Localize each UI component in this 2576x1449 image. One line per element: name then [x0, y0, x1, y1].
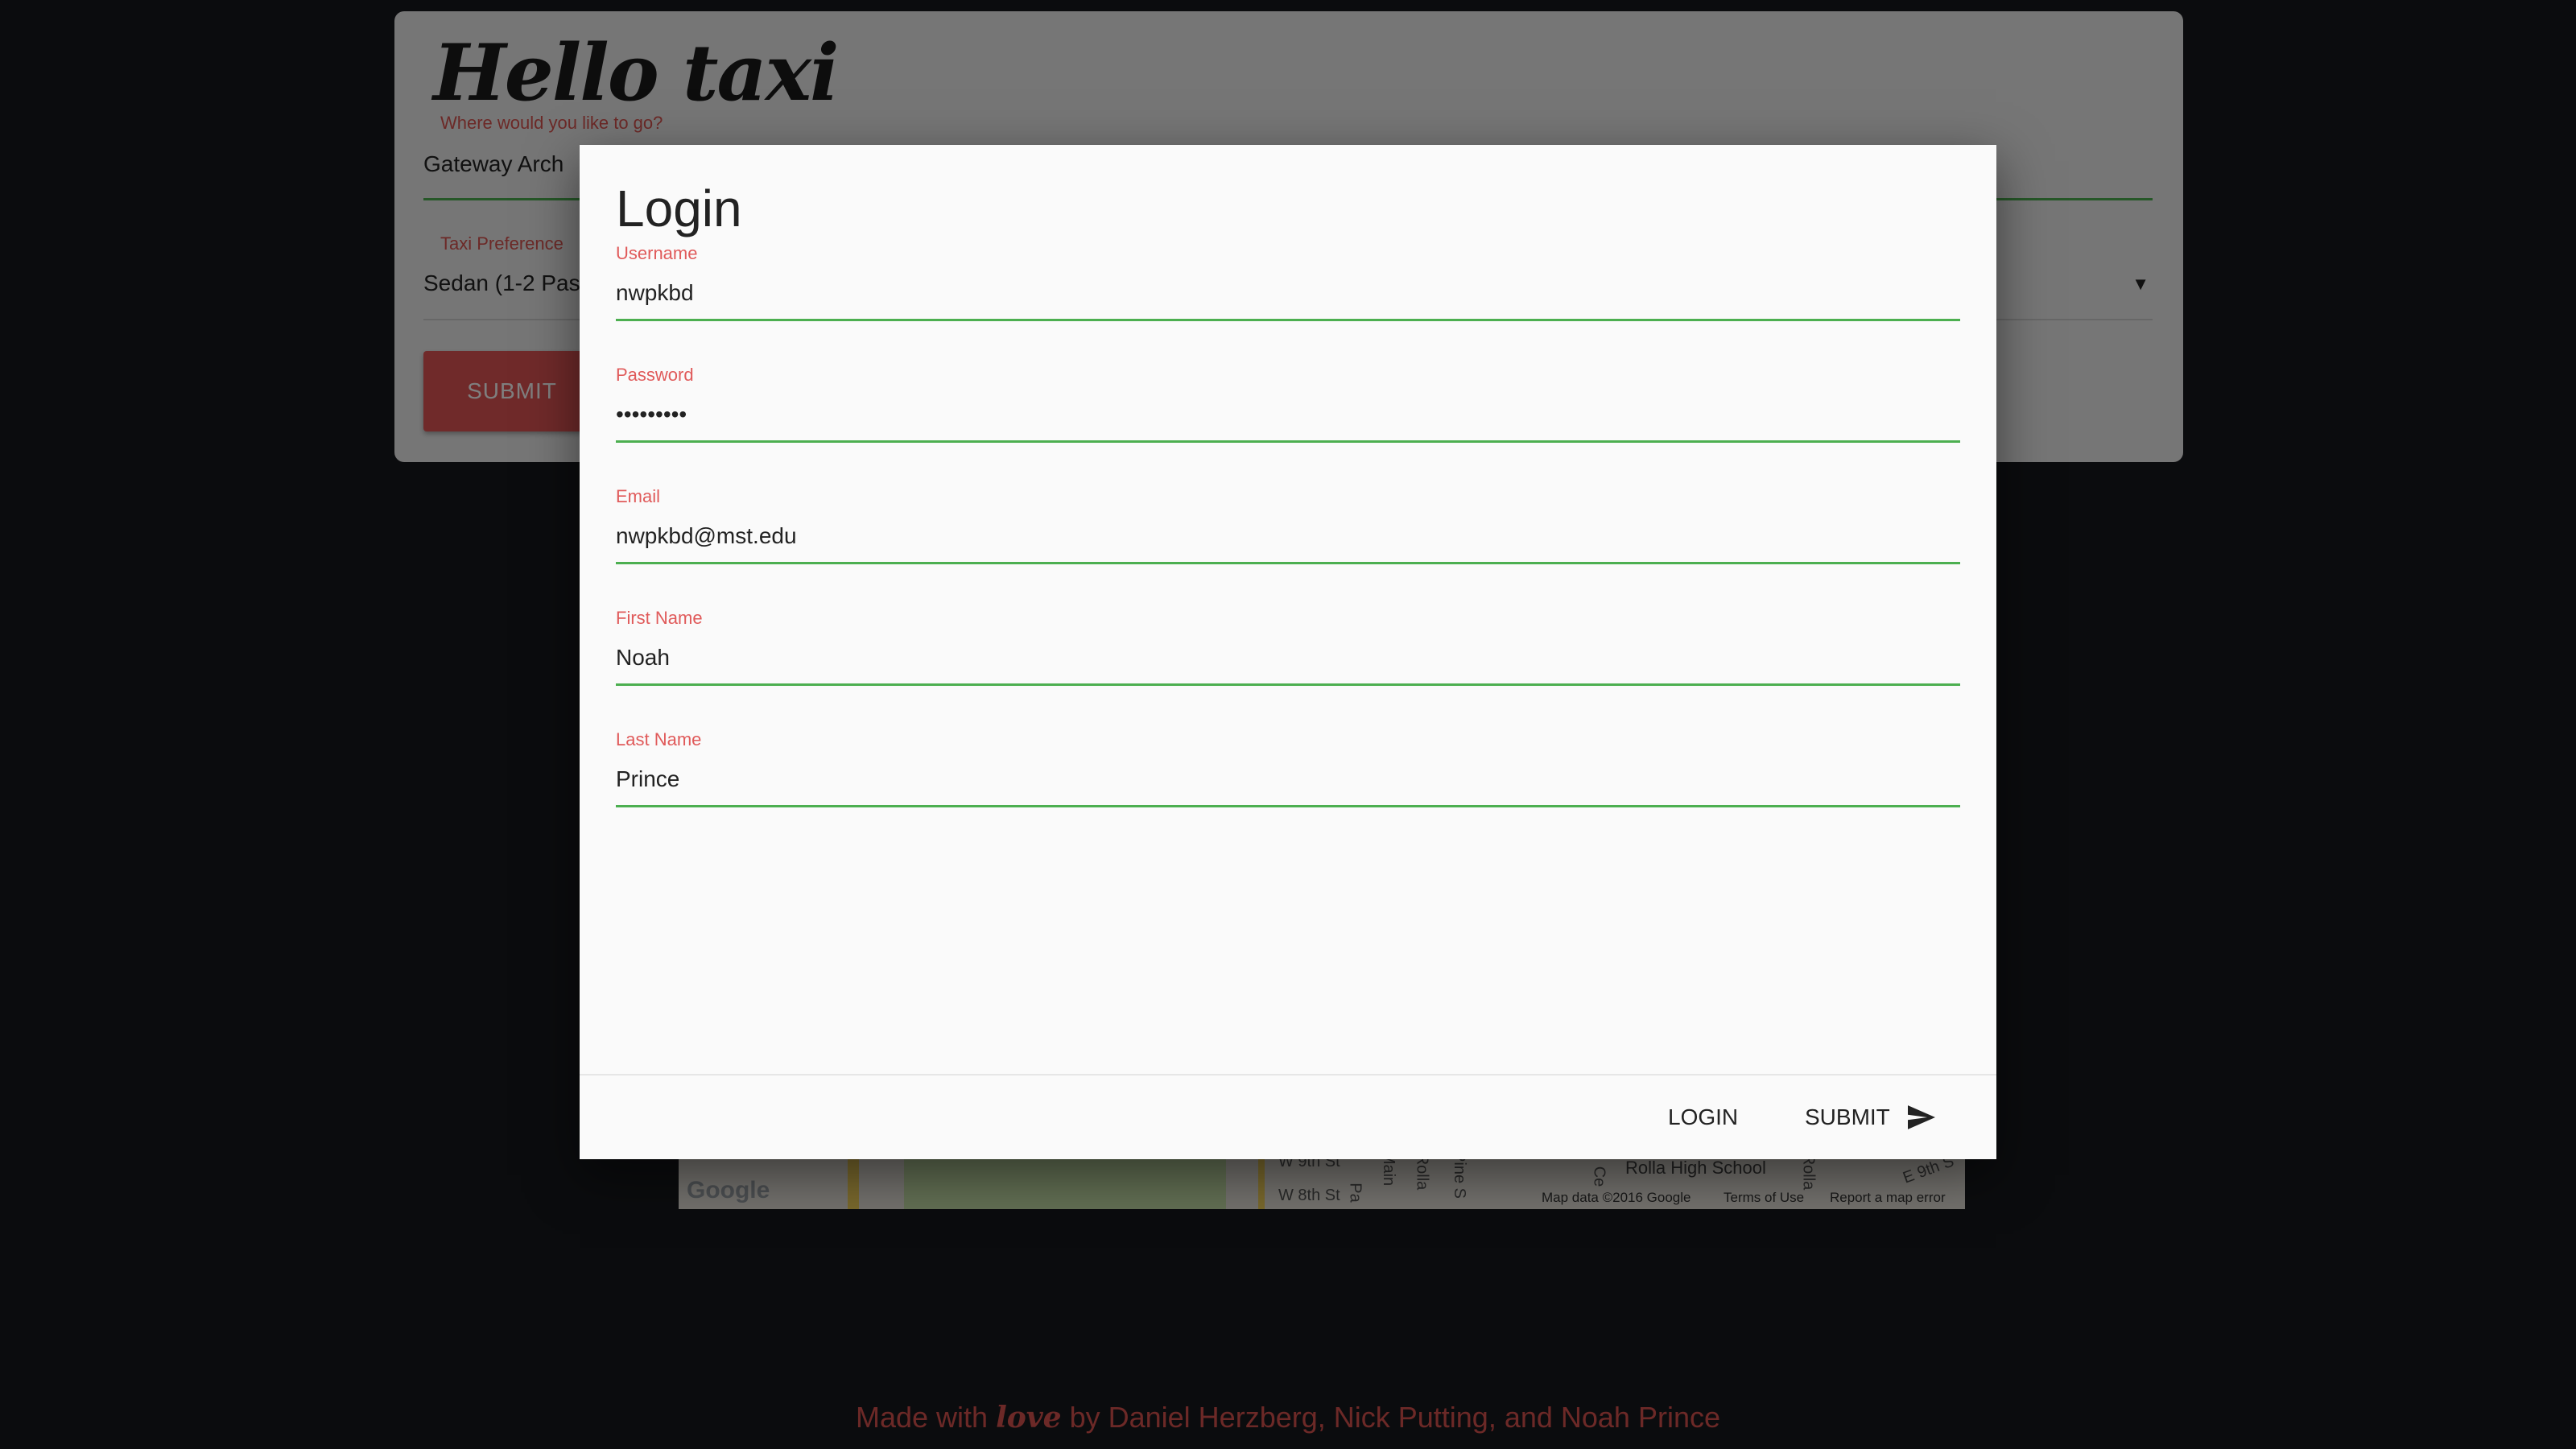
dialog-title: Login [616, 180, 742, 237]
email-input[interactable] [616, 510, 1960, 564]
username-input[interactable] [616, 267, 1960, 321]
last-name-input[interactable] [616, 753, 1960, 807]
password-label: Password [616, 365, 694, 385]
email-field: Email [616, 486, 1960, 583]
username-field: Username [616, 243, 1960, 340]
first-name-field: First Name [616, 608, 1960, 704]
submit-button-label: SUBMIT [1805, 1104, 1890, 1129]
first-name-input[interactable] [616, 632, 1960, 686]
login-dialog: Login Username Password Email First Name… [580, 145, 1996, 1159]
dialog-footer: LOGIN SUBMIT [580, 1074, 1996, 1159]
last-name-field: Last Name [616, 729, 1960, 826]
send-icon [1907, 1105, 1935, 1129]
submit-button[interactable]: SUBMIT [1792, 1095, 1948, 1140]
login-button-label: LOGIN [1668, 1104, 1739, 1129]
username-label: Username [616, 243, 698, 263]
email-label: Email [616, 486, 661, 506]
password-field: Password [616, 365, 1960, 461]
login-button[interactable]: LOGIN [1655, 1095, 1751, 1140]
last-name-label: Last Name [616, 729, 702, 749]
first-name-label: First Name [616, 608, 703, 628]
password-input[interactable] [616, 389, 1960, 443]
